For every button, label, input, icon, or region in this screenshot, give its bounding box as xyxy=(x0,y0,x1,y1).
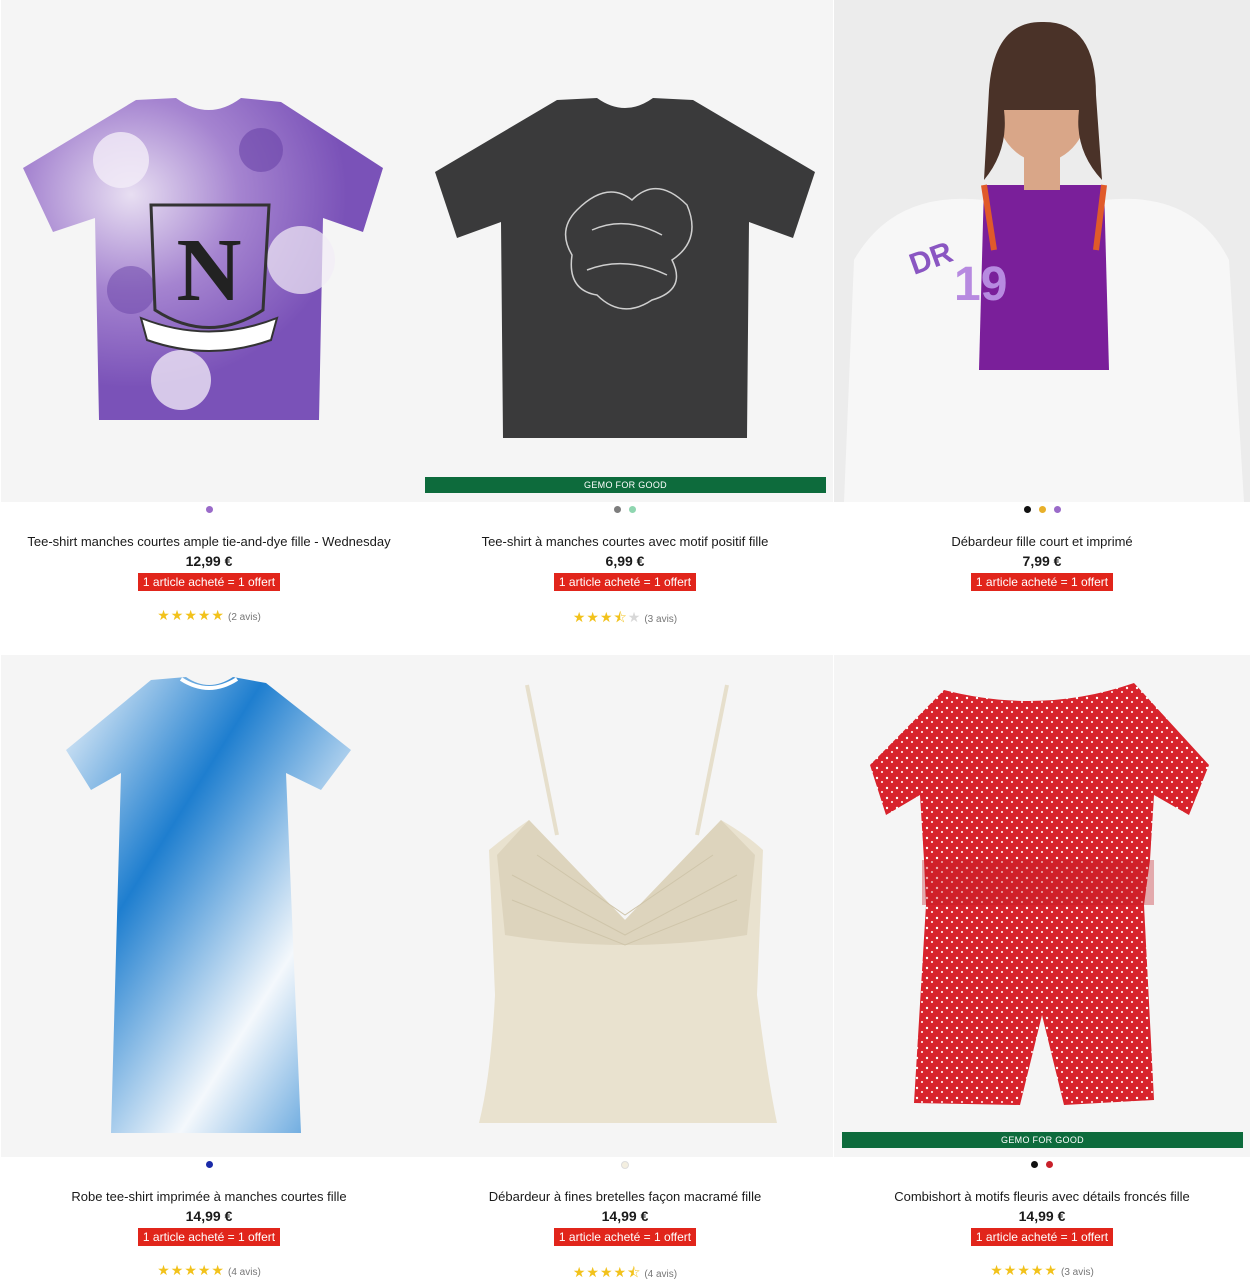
product-title[interactable]: Tee-shirt manches courtes ample tie-and-… xyxy=(1,534,417,549)
svg-text:N: N xyxy=(177,221,242,320)
product-price: 14,99 € xyxy=(1018,1208,1066,1224)
color-swatch[interactable] xyxy=(1046,1161,1053,1168)
color-swatches xyxy=(834,1161,1250,1169)
color-swatch[interactable] xyxy=(1053,506,1061,513)
product-title[interactable]: Combishort à motifs fleuris avec détails… xyxy=(834,1189,1250,1204)
product-title[interactable]: Débardeur fille court et imprimé xyxy=(834,534,1250,549)
color-swatches xyxy=(417,506,833,514)
product-image[interactable] xyxy=(417,655,833,1157)
promo-badge: 1 article acheté = 1 offert xyxy=(553,573,697,591)
product-price: 7,99 € xyxy=(1022,553,1062,569)
tshirt-illustration xyxy=(435,98,815,438)
promo-badge: 1 article acheté = 1 offert xyxy=(970,573,1114,591)
product-image[interactable]: 19 DR xyxy=(834,0,1250,502)
color-swatch[interactable] xyxy=(1038,506,1046,513)
model-photo-illustration: 19 DR xyxy=(834,0,1250,502)
product-rating: ★★★⯪★ (3 avis) xyxy=(417,607,833,631)
rating-stars-icon: ★★★⯪★ xyxy=(572,609,642,625)
color-swatch[interactable] xyxy=(205,1161,213,1168)
rating-stars-icon: ★★★★⯪ xyxy=(572,1264,642,1280)
promo-badge: 1 article acheté = 1 offert xyxy=(137,573,281,591)
product-image[interactable]: N xyxy=(1,0,417,502)
review-count[interactable]: (4 avis) xyxy=(644,1269,677,1280)
product-rating: ★★★★★ (3 avis) xyxy=(834,1262,1250,1279)
promo-badge: 1 article acheté = 1 offert xyxy=(970,1228,1114,1246)
gemo-for-good-badge: GEMO FOR GOOD xyxy=(425,477,826,493)
product-title[interactable]: Débardeur à fines bretelles façon macram… xyxy=(417,1189,833,1204)
product-image[interactable] xyxy=(1,655,417,1157)
color-swatch[interactable] xyxy=(621,1161,629,1169)
color-swatch[interactable] xyxy=(1031,1161,1038,1168)
tshirt-illustration: N xyxy=(23,98,383,420)
product-price: 14,99 € xyxy=(601,1208,649,1224)
color-swatches xyxy=(1,1161,417,1169)
product-rating: ★★★★⯪ (4 avis) xyxy=(417,1262,833,1286)
review-count[interactable]: (3 avis) xyxy=(1061,1267,1094,1278)
camisole-illustration xyxy=(479,684,777,1123)
rating-stars-icon: ★★★★★ xyxy=(990,1262,1058,1278)
color-swatch[interactable] xyxy=(205,506,213,513)
color-swatch[interactable] xyxy=(1023,506,1031,513)
color-swatch[interactable] xyxy=(629,506,636,513)
color-swatches xyxy=(417,1161,833,1169)
review-count[interactable]: (4 avis) xyxy=(228,1267,261,1278)
product-rating: ★★★★★ (4 avis) xyxy=(1,1262,417,1279)
product-price: 14,99 € xyxy=(185,1208,233,1224)
color-swatch[interactable] xyxy=(614,506,621,513)
product-image[interactable] xyxy=(417,0,833,502)
rating-stars-icon: ★★★★★ xyxy=(157,1262,225,1278)
dress-illustration xyxy=(66,677,351,1133)
product-title[interactable]: Tee-shirt à manches courtes avec motif p… xyxy=(417,534,833,549)
product-rating: ★★★★★ (2 avis) xyxy=(1,607,417,624)
promo-badge: 1 article acheté = 1 offert xyxy=(137,1228,281,1246)
review-count[interactable]: (2 avis) xyxy=(228,612,261,623)
product-image[interactable] xyxy=(834,655,1250,1157)
color-swatches xyxy=(834,506,1250,514)
gemo-for-good-badge: GEMO FOR GOOD xyxy=(842,1132,1243,1148)
promo-badge: 1 article acheté = 1 offert xyxy=(553,1228,697,1246)
playsuit-illustration xyxy=(870,683,1209,1105)
product-price: 6,99 € xyxy=(605,553,645,569)
svg-text:19: 19 xyxy=(954,258,1007,311)
review-count[interactable]: (3 avis) xyxy=(644,614,677,625)
product-price: 12,99 € xyxy=(185,553,233,569)
rating-stars-icon: ★★★★★ xyxy=(157,607,225,623)
color-swatches xyxy=(1,506,417,514)
product-title[interactable]: Robe tee-shirt imprimée à manches courte… xyxy=(1,1189,417,1204)
